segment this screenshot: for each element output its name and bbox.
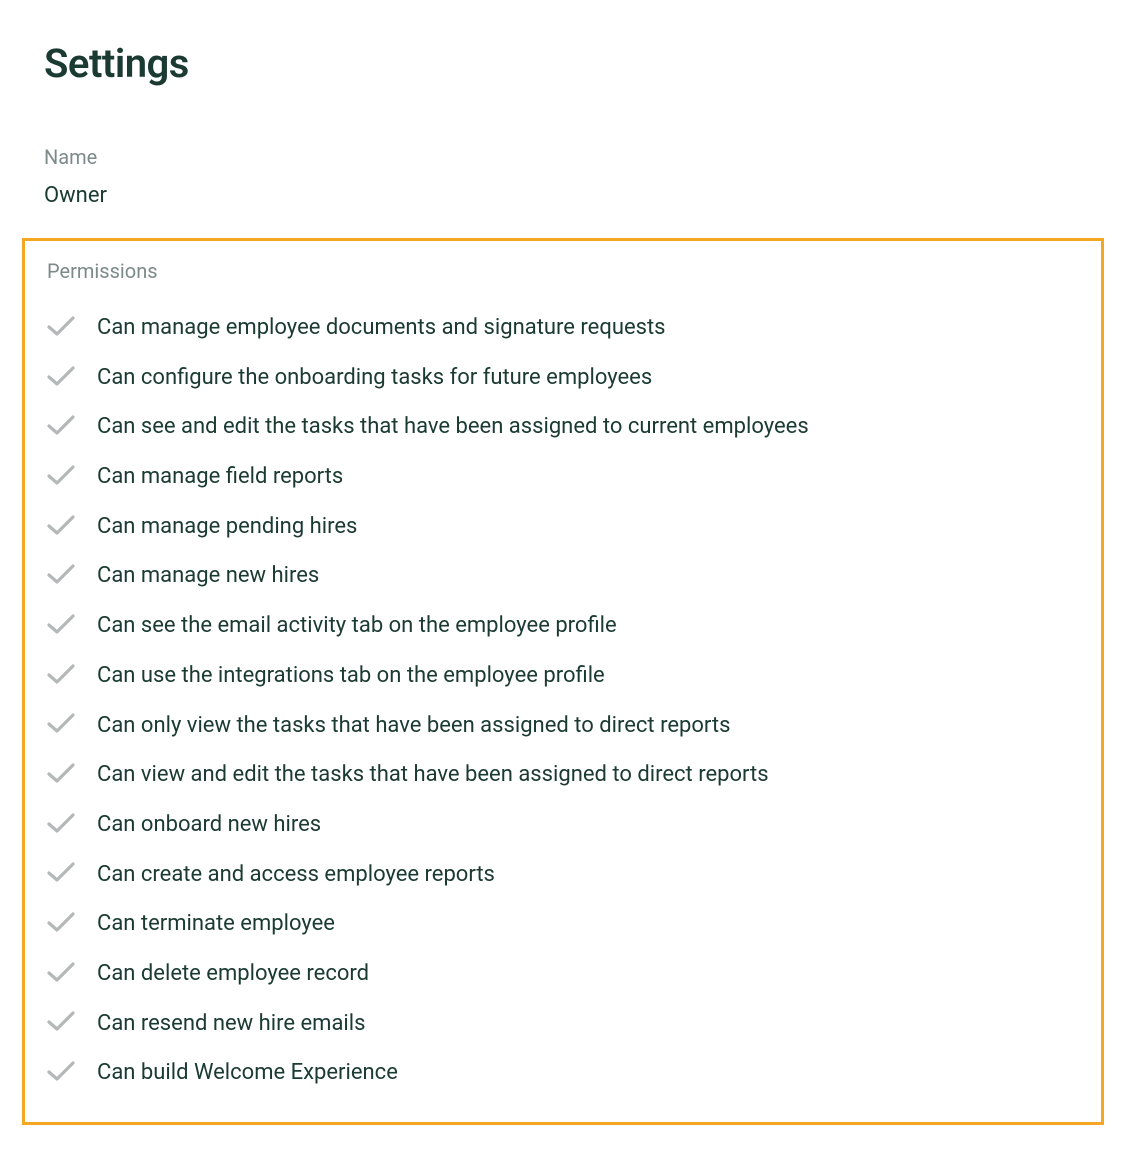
check-icon [47,961,75,987]
permission-item: Can terminate employee [43,899,1083,949]
permission-text: Can resend new hire emails [97,1009,365,1039]
page-title: Settings [44,40,1082,87]
permission-item: Can manage employee documents and signat… [43,303,1083,353]
permission-item: Can configure the onboarding tasks for f… [43,353,1083,403]
check-icon [47,663,75,689]
permission-item: Can only view the tasks that have been a… [43,701,1083,751]
permission-item: Can see and edit the tasks that have bee… [43,402,1083,452]
permission-text: Can manage pending hires [97,512,357,542]
check-icon [47,464,75,490]
permission-text: Can delete employee record [97,959,369,989]
check-icon [47,613,75,639]
permissions-label: Permissions [43,259,1083,283]
permission-text: Can configure the onboarding tasks for f… [97,363,652,393]
name-value: Owner [44,183,1082,208]
permission-text: Can manage field reports [97,462,343,492]
permission-text: Can see the email activity tab on the em… [97,611,617,641]
permission-item: Can build Welcome Experience [43,1048,1083,1098]
check-icon [47,911,75,937]
permission-item: Can manage new hires [43,551,1083,601]
permission-item: Can use the integrations tab on the empl… [43,651,1083,701]
permission-item: Can manage field reports [43,452,1083,502]
permission-text: Can terminate employee [97,909,335,939]
permission-text: Can view and edit the tasks that have be… [97,760,769,790]
check-icon [47,365,75,391]
check-icon [47,1010,75,1036]
permission-text: Can manage employee documents and signat… [97,313,666,343]
permission-item: Can create and access employee reports [43,850,1083,900]
permission-text: Can see and edit the tasks that have bee… [97,412,809,442]
check-icon [47,315,75,341]
check-icon [47,712,75,738]
permission-item: Can manage pending hires [43,502,1083,552]
permissions-highlight-box: Permissions Can manage employee document… [22,238,1104,1125]
permission-item: Can delete employee record [43,949,1083,999]
permission-text: Can build Welcome Experience [97,1058,398,1088]
permission-text: Can use the integrations tab on the empl… [97,661,605,691]
permission-item: Can onboard new hires [43,800,1083,850]
check-icon [47,861,75,887]
check-icon [47,514,75,540]
check-icon [47,563,75,589]
permission-text: Can only view the tasks that have been a… [97,711,730,741]
check-icon [47,414,75,440]
permission-item: Can view and edit the tasks that have be… [43,750,1083,800]
permission-item: Can resend new hire emails [43,999,1083,1049]
check-icon [47,812,75,838]
permission-text: Can onboard new hires [97,810,321,840]
permission-text: Can manage new hires [97,561,319,591]
check-icon [47,1060,75,1086]
name-field: Name Owner [44,145,1082,208]
check-icon [47,762,75,788]
permission-text: Can create and access employee reports [97,860,495,890]
name-label: Name [44,145,1082,169]
permissions-list: Can manage employee documents and signat… [43,303,1083,1098]
permission-item: Can see the email activity tab on the em… [43,601,1083,651]
